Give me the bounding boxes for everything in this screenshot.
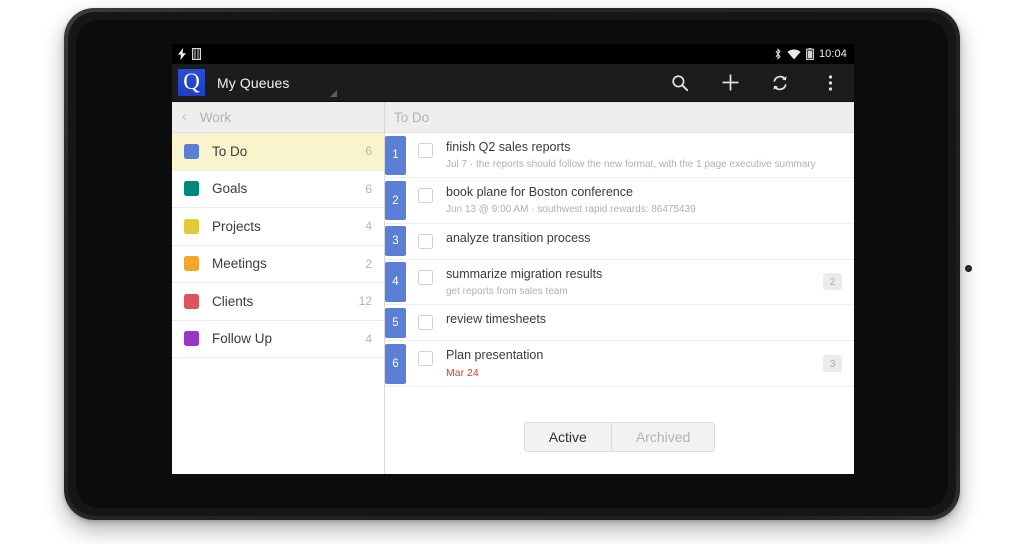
refresh-icon[interactable] bbox=[769, 72, 791, 94]
sidebar-item-projects[interactable]: Projects 4 bbox=[172, 208, 384, 246]
task-body: summarize migration results get reports f… bbox=[433, 260, 815, 304]
task-row[interactable]: 2 book plane for Boston conference Jun 13 … bbox=[385, 178, 854, 224]
task-list-empty-space bbox=[385, 387, 854, 422]
sidebar-header-label: Work bbox=[199, 109, 232, 125]
status-bar: 10:04 bbox=[172, 44, 854, 64]
task-row[interactable]: 5 review timesheets bbox=[385, 305, 854, 342]
charging-bolt-icon bbox=[177, 48, 187, 60]
light-sensor bbox=[965, 265, 972, 272]
task-title: analyze transition process bbox=[446, 230, 591, 245]
battery-icon bbox=[806, 48, 814, 60]
task-pane: To Do 1 finish Q2 sales reports Jul 7 · th… bbox=[385, 102, 854, 474]
app-title[interactable]: My Queues bbox=[217, 75, 290, 91]
sidebar-item-count: 2 bbox=[365, 256, 372, 271]
task-checkbox[interactable] bbox=[418, 351, 433, 367]
tablet-screen: 10:04 Q My Queues ‹ Work To Do 6 Goals 6… bbox=[172, 44, 854, 474]
task-order-number: 5 bbox=[385, 307, 406, 338]
sidebar-item-count: 6 bbox=[365, 144, 372, 159]
queue-color-swatch bbox=[184, 293, 199, 309]
bluetooth-icon bbox=[774, 48, 782, 60]
task-order-number: 1 bbox=[385, 135, 406, 175]
status-bar-left-icons bbox=[177, 48, 201, 60]
queue-color-swatch bbox=[184, 143, 199, 159]
action-bar: Q My Queues bbox=[172, 64, 854, 102]
task-pane-title: To Do bbox=[394, 109, 430, 125]
sidebar-header[interactable]: ‹ Work bbox=[172, 102, 384, 133]
task-row[interactable]: 4 summarize migration results get reports … bbox=[385, 259, 854, 306]
sidebar-item-label: Meetings bbox=[212, 256, 267, 272]
sidebar-item-meetings[interactable]: Meetings 2 bbox=[172, 245, 384, 283]
sidebar-item-label: Follow Up bbox=[212, 331, 273, 347]
search-icon[interactable] bbox=[669, 72, 691, 94]
task-checkbox[interactable] bbox=[418, 269, 433, 285]
queue-list: To Do 6 Goals 6 Projects 4 Meetings 2 Clients 12 F… bbox=[172, 133, 384, 358]
app-content: ‹ Work To Do 6 Goals 6 Projects 4 Meetings 2 Cli… bbox=[172, 102, 854, 474]
task-pane-header: To Do bbox=[385, 102, 854, 133]
task-order-number: 6 bbox=[385, 343, 406, 384]
action-bar-buttons bbox=[669, 72, 845, 94]
queue-sidebar: ‹ Work To Do 6 Goals 6 Projects 4 Meetings 2 Cli… bbox=[172, 102, 385, 474]
sidebar-item-to-do[interactable]: To Do 6 bbox=[172, 133, 384, 171]
task-subtask-badge: 3 bbox=[823, 355, 842, 373]
task-subtitle: Jun 13 @ 9:00 AM · southwest rapid rewar… bbox=[446, 204, 696, 216]
task-checkbox[interactable] bbox=[418, 315, 433, 331]
task-subtitle: Jul 7 · the reports should follow the ne… bbox=[446, 158, 816, 170]
overflow-menu-icon[interactable] bbox=[819, 72, 841, 94]
task-body: analyze transition process bbox=[433, 224, 854, 259]
task-body: book plane for Boston conference Jun 13 @… bbox=[433, 178, 854, 222]
task-title: review timesheets bbox=[446, 312, 547, 327]
task-title: summarize migration results bbox=[446, 266, 603, 281]
sidebar-item-count: 4 bbox=[365, 219, 372, 234]
task-due-date-overdue: Mar 24 bbox=[446, 367, 479, 379]
sidebar-item-goals[interactable]: Goals 6 bbox=[172, 170, 384, 208]
sidebar-item-follow-up[interactable]: Follow Up 4 bbox=[172, 320, 384, 358]
task-row[interactable]: 6 Plan presentation Mar 24 3 bbox=[385, 341, 854, 388]
task-row[interactable]: 1 finish Q2 sales reports Jul 7 · the repo… bbox=[385, 133, 854, 179]
sidebar-item-clients[interactable]: Clients 12 bbox=[172, 283, 384, 321]
sidebar-item-label: Clients bbox=[212, 293, 254, 309]
task-body: review timesheets bbox=[433, 305, 854, 340]
sidebar-item-label: Projects bbox=[212, 218, 261, 234]
sidebar-item-count: 4 bbox=[365, 331, 372, 346]
task-checkbox[interactable] bbox=[418, 188, 433, 204]
task-order-number: 3 bbox=[385, 226, 406, 257]
tab-archived[interactable]: Archived bbox=[610, 423, 715, 451]
sidebar-item-label: Goals bbox=[212, 181, 248, 197]
task-checkbox[interactable] bbox=[418, 143, 433, 158]
task-title: finish Q2 sales reports bbox=[446, 140, 571, 154]
segmented-control-wrap: Active Archived bbox=[385, 422, 854, 474]
task-order-number: 2 bbox=[385, 180, 406, 221]
segmented-control: Active Archived bbox=[523, 422, 716, 452]
task-title: book plane for Boston conference bbox=[446, 185, 633, 200]
task-body: finish Q2 sales reports Jul 7 · the repor… bbox=[433, 133, 854, 177]
task-subtask-badge: 2 bbox=[823, 273, 842, 291]
task-list: 1 finish Q2 sales reports Jul 7 · the repo… bbox=[385, 133, 854, 388]
task-body: Plan presentation Mar 24 bbox=[433, 341, 815, 386]
queue-color-swatch bbox=[184, 256, 199, 272]
queue-color-swatch bbox=[184, 218, 199, 234]
wifi-icon bbox=[787, 49, 801, 60]
add-icon[interactable] bbox=[719, 72, 741, 94]
task-order-number: 4 bbox=[385, 262, 406, 302]
back-chevron-icon[interactable]: ‹ bbox=[181, 108, 188, 126]
sim-card-icon bbox=[192, 48, 201, 60]
status-bar-right-icons: 10:04 bbox=[774, 48, 847, 60]
queue-color-swatch bbox=[184, 181, 199, 197]
tab-active[interactable]: Active bbox=[524, 423, 611, 451]
sidebar-item-label: To Do bbox=[212, 143, 248, 159]
sidebar-item-count: 6 bbox=[365, 181, 372, 196]
task-row[interactable]: 3 analyze transition process bbox=[385, 223, 854, 260]
sidebar-item-count: 12 bbox=[358, 294, 372, 309]
task-subtitle: get reports from sales team bbox=[446, 285, 568, 297]
app-logo-icon[interactable]: Q bbox=[178, 69, 205, 96]
chevron-down-icon[interactable] bbox=[330, 90, 337, 97]
task-title: Plan presentation bbox=[446, 348, 544, 363]
status-bar-clock: 10:04 bbox=[818, 48, 847, 60]
task-checkbox[interactable] bbox=[418, 233, 433, 249]
queue-color-swatch bbox=[184, 331, 199, 347]
